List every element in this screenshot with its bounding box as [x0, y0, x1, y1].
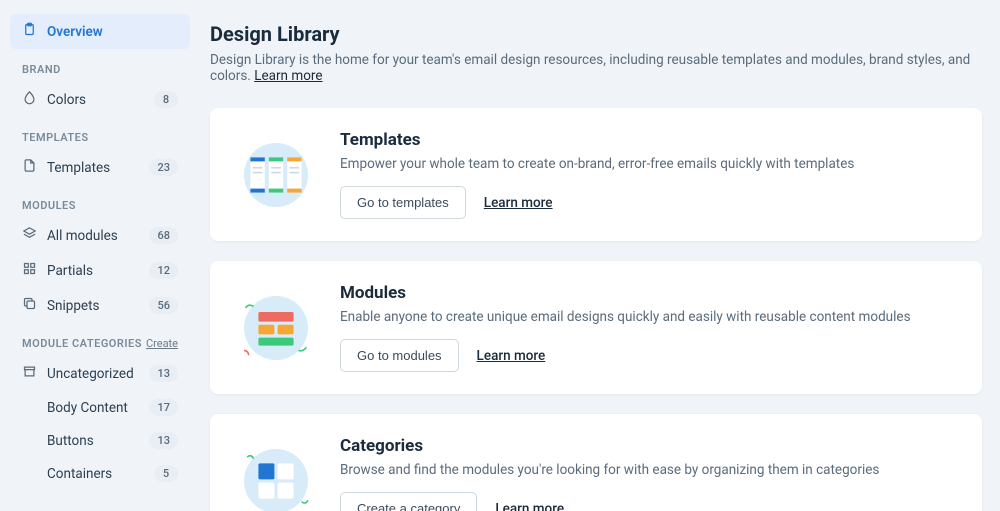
- sidebar-item-overview[interactable]: Overview: [10, 14, 190, 49]
- card-title: Categories: [340, 436, 956, 456]
- go-to-templates-button[interactable]: Go to templates: [340, 186, 466, 219]
- section-header-templates: TEMPLATES: [10, 117, 190, 150]
- sidebar-item-label: Snippets: [47, 298, 99, 314]
- sidebar-item-colors[interactable]: Colors 8: [10, 82, 190, 117]
- sidebar-item-label: Body Content: [47, 400, 128, 416]
- sidebar-item-all-modules[interactable]: All modules 68: [10, 218, 190, 253]
- grid-icon: [22, 261, 37, 280]
- section-header-brand: BRAND: [10, 49, 190, 82]
- page-description: Design Library is the home for your team…: [210, 52, 982, 84]
- create-category-link[interactable]: Create: [146, 337, 178, 350]
- go-to-modules-button[interactable]: Go to modules: [340, 339, 459, 372]
- create-category-button[interactable]: Create a category: [340, 492, 477, 511]
- count-badge: 12: [149, 262, 178, 279]
- card-title: Modules: [340, 283, 956, 303]
- layers-icon: [22, 226, 37, 245]
- palette-icon: [22, 90, 37, 109]
- sidebar-item-body-content[interactable]: Body Content 17: [10, 391, 190, 424]
- section-header-module-categories: MODULE CATEGORIES Create: [10, 323, 190, 356]
- learn-more-link[interactable]: Learn more: [495, 501, 564, 511]
- sidebar-item-partials[interactable]: Partials 12: [10, 253, 190, 288]
- categories-illustration: [236, 441, 316, 511]
- sidebar-item-buttons[interactable]: Buttons 13: [10, 424, 190, 457]
- sidebar-item-label: Colors: [47, 92, 86, 108]
- count-badge: 17: [149, 399, 178, 416]
- sidebar-item-label: Overview: [47, 24, 103, 40]
- sidebar-item-label: Partials: [47, 263, 93, 279]
- section-header-modules: MODULES: [10, 185, 190, 218]
- document-icon: [22, 158, 37, 177]
- count-badge: 5: [154, 465, 178, 482]
- clipboard-icon: [22, 22, 37, 41]
- sidebar-item-snippets[interactable]: Snippets 56: [10, 288, 190, 323]
- count-badge: 23: [149, 159, 178, 176]
- card-templates: Templates Empower your whole team to cre…: [210, 108, 982, 241]
- modules-illustration: [236, 288, 316, 368]
- sidebar-item-containers[interactable]: Containers 5: [10, 457, 190, 490]
- templates-illustration: [236, 135, 316, 215]
- sidebar-item-templates[interactable]: Templates 23: [10, 150, 190, 185]
- sidebar-item-label: All modules: [47, 228, 118, 244]
- sidebar: Overview BRAND Colors 8 TEMPLATES: [0, 0, 200, 511]
- count-badge: 13: [149, 365, 178, 382]
- count-badge: 68: [149, 227, 178, 244]
- learn-more-link[interactable]: Learn more: [477, 348, 546, 364]
- learn-more-link[interactable]: Learn more: [484, 195, 553, 211]
- card-description: Empower your whole team to create on-bra…: [340, 156, 956, 172]
- card-description: Enable anyone to create unique email des…: [340, 309, 956, 325]
- count-badge: 8: [154, 91, 178, 108]
- sidebar-item-label: Containers: [47, 466, 112, 482]
- main-content: Design Library Design Library is the hom…: [200, 0, 1000, 511]
- count-badge: 56: [149, 297, 178, 314]
- sidebar-item-label: Buttons: [47, 433, 94, 449]
- card-modules: Modules Enable anyone to create unique e…: [210, 261, 982, 394]
- card-description: Browse and find the modules you're looki…: [340, 462, 956, 478]
- sidebar-item-label: Templates: [47, 160, 110, 176]
- card-categories: Categories Browse and find the modules y…: [210, 414, 982, 511]
- count-badge: 13: [149, 432, 178, 449]
- learn-more-link[interactable]: Learn more: [254, 68, 322, 84]
- sidebar-item-uncategorized[interactable]: Uncategorized 13: [10, 356, 190, 391]
- card-title: Templates: [340, 130, 956, 150]
- archive-icon: [22, 364, 37, 383]
- copy-icon: [22, 296, 37, 315]
- sidebar-item-label: Uncategorized: [47, 366, 134, 382]
- page-title: Design Library: [210, 22, 982, 46]
